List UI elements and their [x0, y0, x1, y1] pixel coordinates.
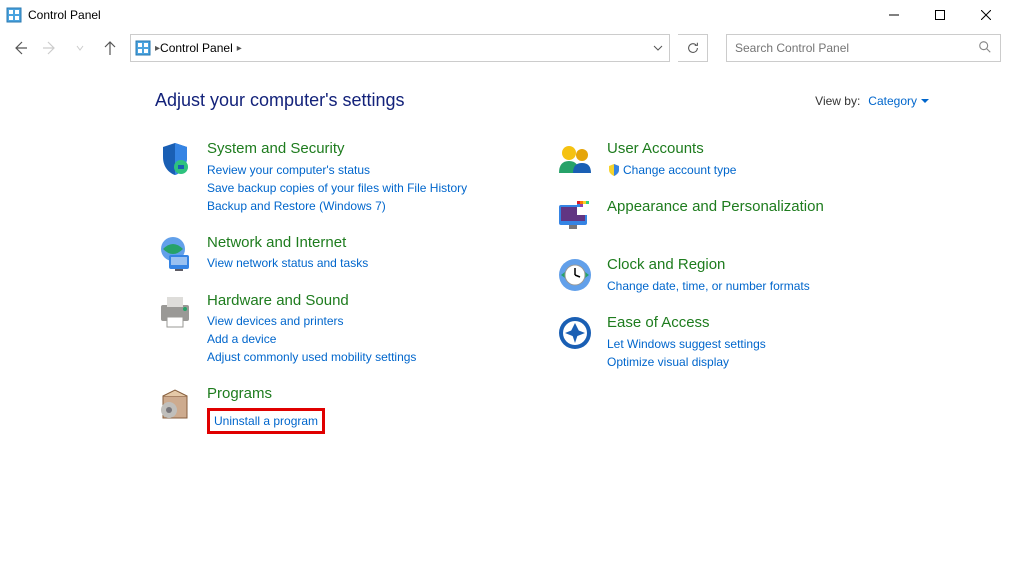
users-icon[interactable]	[555, 139, 595, 179]
category-title[interactable]: User Accounts	[607, 139, 736, 159]
category-item: Programs Uninstall a program	[155, 384, 495, 434]
ease-icon[interactable]	[555, 313, 595, 353]
view-by-label: View by:	[815, 94, 860, 108]
address-bar[interactable]: ▸ Control Panel ▸	[130, 34, 670, 62]
category-title[interactable]: Appearance and Personalization	[607, 197, 824, 217]
forward-button[interactable]	[42, 40, 58, 56]
category-item: System and Security Review your computer'…	[155, 139, 495, 215]
search-box[interactable]	[726, 34, 1001, 62]
category-item: Ease of Access Let Windows suggest settin…	[555, 313, 895, 371]
category-link[interactable]: Let Windows suggest settings	[607, 335, 766, 353]
category-link[interactable]: View devices and printers	[207, 312, 416, 330]
clock-icon[interactable]	[555, 255, 595, 295]
refresh-button[interactable]	[678, 34, 708, 62]
control-panel-icon	[6, 7, 22, 23]
printer-icon[interactable]	[155, 291, 195, 331]
maximize-button[interactable]	[917, 0, 963, 30]
window-controls	[871, 0, 1009, 30]
category-item: Network and InternetView network status …	[155, 233, 495, 273]
category-link[interactable]: Adjust commonly used mobility settings	[207, 348, 416, 366]
category-title[interactable]: Clock and Region	[607, 255, 810, 275]
search-icon	[978, 40, 992, 57]
recent-dropdown[interactable]	[72, 40, 88, 56]
view-by-dropdown[interactable]: Category	[868, 94, 929, 108]
category-column-left: System and Security Review your computer'…	[155, 139, 495, 452]
control-panel-icon	[135, 40, 151, 56]
category-link[interactable]: Backup and Restore (Windows 7)	[207, 197, 467, 215]
category-title[interactable]: Hardware and Sound	[207, 291, 416, 311]
close-button[interactable]	[963, 0, 1009, 30]
category-link[interactable]: Review your computer's status	[207, 161, 467, 179]
category-title[interactable]: System and Security	[207, 139, 467, 159]
view-by-value: Category	[868, 94, 917, 108]
view-by: View by: Category	[815, 94, 929, 108]
highlighted-link: Uninstall a program	[207, 408, 325, 434]
shield-icon[interactable]	[155, 139, 195, 179]
category-title[interactable]: Ease of Access	[607, 313, 766, 333]
search-input[interactable]	[735, 41, 978, 55]
category-column-right: User Accounts Change account type Appearan…	[555, 139, 895, 452]
title-bar: Control Panel	[0, 0, 1009, 30]
category-link[interactable]: View network status and tasks	[207, 254, 368, 272]
category-link[interactable]: Optimize visual display	[607, 353, 766, 371]
box-icon[interactable]	[155, 384, 195, 424]
category-title[interactable]: Programs	[207, 384, 325, 404]
minimize-button[interactable]	[871, 0, 917, 30]
category-link[interactable]: Change account type	[607, 161, 736, 179]
category-link[interactable]: Add a device	[207, 330, 416, 348]
navigation-row: ▸ Control Panel ▸	[0, 30, 1009, 66]
back-button[interactable]	[12, 40, 28, 56]
category-title[interactable]: Network and Internet	[207, 233, 368, 253]
globe-icon[interactable]	[155, 233, 195, 273]
address-dropdown[interactable]	[645, 34, 669, 62]
category-link[interactable]: Change date, time, or number formats	[607, 277, 810, 295]
category-item: Clock and Region Change date, time, or nu…	[555, 255, 895, 295]
window-title: Control Panel	[28, 8, 101, 22]
category-item: Appearance and Personalization	[555, 197, 895, 237]
chevron-right-icon[interactable]: ▸	[237, 43, 242, 54]
page-title: Adjust your computer's settings	[155, 90, 405, 111]
breadcrumb-item[interactable]: Control Panel	[160, 41, 233, 55]
category-item: User Accounts Change account type	[555, 139, 895, 179]
appearance-icon[interactable]	[555, 197, 595, 237]
category-item: Hardware and SoundView devices and print…	[155, 291, 495, 367]
content-area: Adjust your computer's settings View by:…	[0, 66, 1009, 452]
category-link[interactable]: Uninstall a program	[214, 412, 318, 430]
up-button[interactable]	[102, 40, 118, 56]
category-link[interactable]: Save backup copies of your files with Fi…	[207, 179, 467, 197]
